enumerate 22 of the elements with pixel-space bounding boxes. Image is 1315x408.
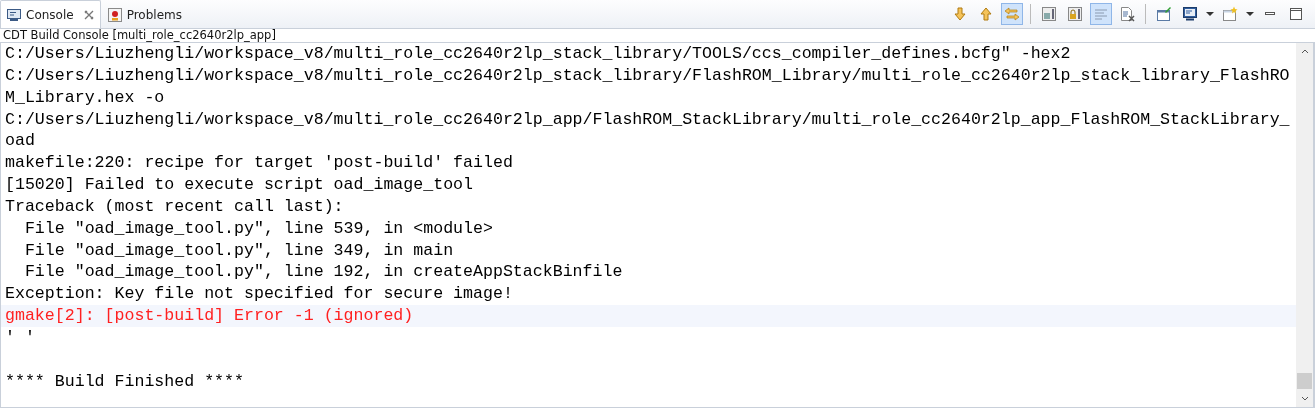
console-line: Exception: Key file not specified for secure image!	[4, 283, 514, 306]
close-icon[interactable]	[83, 9, 94, 20]
scroll-thumb[interactable]	[1297, 373, 1312, 389]
console-line: oad	[4, 130, 36, 153]
console-line: ' '	[4, 326, 36, 349]
console-line: Traceback (most recent call last):	[4, 195, 345, 218]
console-icon	[6, 6, 22, 23]
console-line: File "oad_image_tool.py", line 539, in <module>	[23, 217, 494, 240]
console-line: C:/Users/Liuzhengli/workspace_v8/multi_role_cc2640r2lp_stack_library/TOOLS/ccs_compiler_defines.bcfg" -hex2	[4, 43, 1072, 65]
tab[interactable]: Problems	[100, 0, 189, 28]
scrollbar[interactable]	[1296, 43, 1313, 407]
console-line: File "oad_image_tool.py", line 349, in main	[23, 239, 455, 262]
console-line: C:/Users/Liuzhengli/workspace_v8/multi_role_cc2640r2lp_stack_library/FlashROM_Library/multi_role_cc2640r2lp_stack_library_FlashRO	[4, 64, 1291, 87]
problems-icon	[106, 6, 123, 23]
console-line: C:/Users/Liuzhengli/workspace_v8/multi_role_cc2640r2lp_app/FlashROM_StackLibrary/multi_role_cc2640r2lp_app_FlashROM_StackLibrary_	[4, 108, 1291, 131]
console-line: makefile:220: recipe for target 'post-build' failed	[4, 152, 514, 175]
console-line: **** Build Finished ****	[4, 370, 245, 393]
console-line: M_Library.hex -o	[4, 86, 166, 109]
tab[interactable]: Console	[0, 0, 101, 28]
console-line: [15020] Failed to execute script oad_image_tool	[4, 174, 475, 196]
console-line: File "oad_image_tool.py", line 192, in createAppStackBinfile	[23, 261, 624, 284]
console-title: CDT Build Console [multi_role_cc2640r2lp_app]	[2, 29, 277, 42]
